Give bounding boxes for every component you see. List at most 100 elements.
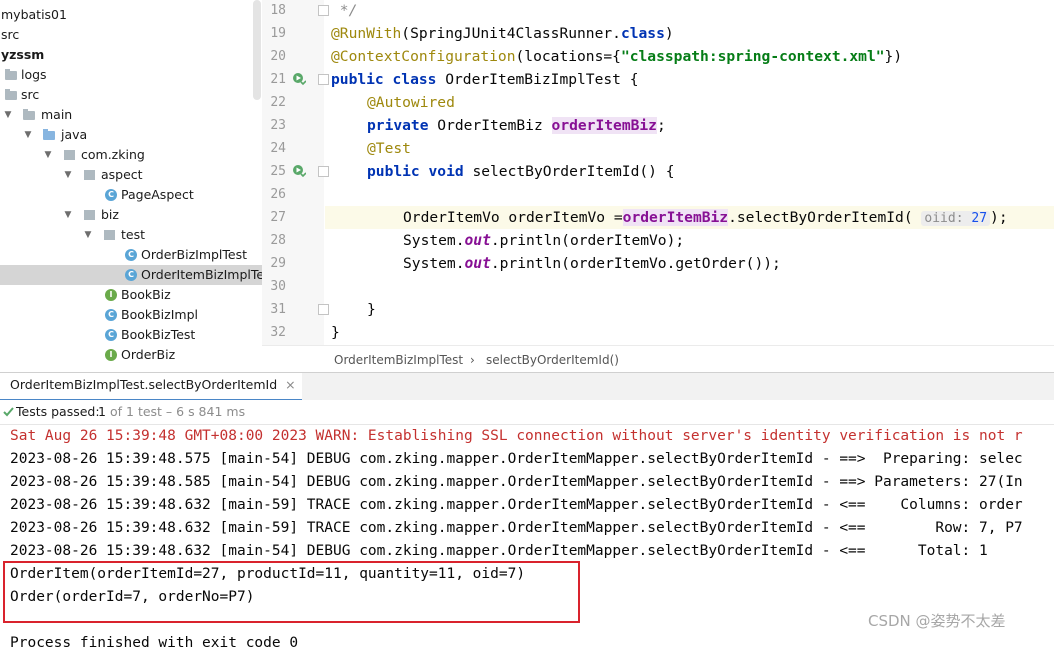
run-test-icon[interactable] bbox=[292, 164, 306, 178]
tree-item-java[interactable]: ▼ java bbox=[0, 125, 262, 145]
close-icon[interactable]: × bbox=[285, 377, 295, 392]
chevron-down-icon[interactable]: ▼ bbox=[2, 105, 14, 125]
code-text: (SpringJUnit4ClassRunner. bbox=[401, 25, 621, 42]
tree-item-main[interactable]: ▼ main bbox=[0, 105, 262, 125]
tree-item-bookbiztest[interactable]: C BookBizTest bbox=[0, 325, 262, 345]
code-text: } bbox=[367, 301, 376, 318]
tree-item-label: BookBiz bbox=[121, 287, 171, 302]
project-tree: mybatis01 src yzssm logs src ▼ main ▼ ja… bbox=[0, 0, 262, 371]
chevron-down-icon[interactable]: ▼ bbox=[62, 165, 74, 185]
field-text: out bbox=[464, 232, 491, 249]
parameter-hint: oiid: 27 bbox=[921, 211, 991, 226]
tree-scrollbar[interactable] bbox=[253, 0, 261, 100]
test-class-icon: C bbox=[125, 269, 137, 281]
code-line-27: OrderItemVo orderItemVo =orderItemBiz.se… bbox=[403, 206, 1008, 229]
tree-item-label: src bbox=[1, 27, 20, 42]
tree-item-label: BookBizTest bbox=[121, 327, 196, 342]
tree-item-test[interactable]: ▼ test bbox=[0, 225, 262, 245]
console-line: Process finished with exit code 0 bbox=[10, 635, 299, 651]
package-icon bbox=[104, 230, 115, 240]
fold-marker-icon[interactable] bbox=[318, 5, 329, 16]
code-line-18: */ bbox=[331, 0, 358, 22]
highlight-box bbox=[3, 561, 580, 623]
tree-item-aspect[interactable]: ▼ aspect bbox=[0, 165, 262, 185]
line-number: 24 bbox=[270, 141, 286, 156]
test-status-bar: Tests passed: 1 of 1 test – 6 s 841 ms bbox=[0, 400, 1054, 425]
tree-item-pageaspect[interactable]: C PageAspect bbox=[0, 185, 262, 205]
tree-item-yzssm[interactable]: yzssm bbox=[0, 45, 262, 65]
string-text: "classpath:spring-context.xml" bbox=[620, 48, 885, 65]
line-number: 26 bbox=[270, 187, 286, 202]
chevron-down-icon[interactable]: ▼ bbox=[62, 205, 74, 225]
run-test-icon[interactable] bbox=[292, 72, 306, 86]
tree-item-orderitembizimpltest[interactable]: C OrderItemBizImplTes bbox=[0, 265, 262, 285]
tree-item-bookbiz[interactable]: I BookBiz bbox=[0, 285, 262, 305]
fold-marker-icon[interactable] bbox=[318, 166, 329, 177]
tree-item-label: OrderItemBizImplTes bbox=[141, 267, 262, 282]
tree-item-mybatis01[interactable]: mybatis01 bbox=[0, 5, 262, 25]
code-text: ) bbox=[664, 25, 674, 42]
annotation-text: @ContextConfiguration bbox=[331, 48, 516, 65]
folder-icon bbox=[5, 69, 17, 80]
console-line: 2023-08-26 15:39:48.632 [main-54] DEBUG … bbox=[10, 543, 988, 559]
console-line-warn: Sat Aug 26 15:39:48 GMT+08:00 2023 WARN:… bbox=[10, 428, 1023, 444]
tree-item-orderbiz[interactable]: I OrderBiz bbox=[0, 345, 262, 365]
tree-item-label: BookBizImpl bbox=[121, 307, 198, 322]
tree-item-label: OrderBiz bbox=[121, 347, 176, 362]
tree-item-label: main bbox=[41, 107, 73, 122]
chevron-down-icon[interactable]: ▼ bbox=[82, 225, 94, 245]
tree-item-com-zking[interactable]: ▼ com.zking bbox=[0, 145, 262, 165]
tree-item-src[interactable]: src bbox=[0, 25, 262, 45]
code-line-21: public class OrderItemBizImplTest { bbox=[331, 68, 639, 91]
code-text: OrderItemBiz bbox=[428, 117, 552, 134]
console-line: 2023-08-26 15:39:48.632 [main-59] TRACE … bbox=[10, 520, 1023, 536]
field-text: orderItemBiz bbox=[551, 117, 657, 134]
line-number: 23 bbox=[270, 118, 286, 133]
line-number: 20 bbox=[270, 49, 286, 64]
line-number: 28 bbox=[270, 233, 286, 248]
tree-item-orderbizimpltest[interactable]: C OrderBizImplTest bbox=[0, 245, 262, 265]
check-icon bbox=[3, 407, 14, 417]
tree-item-logs[interactable]: logs bbox=[0, 65, 262, 85]
tree-item-bookbizimpl[interactable]: C BookBizImpl bbox=[0, 305, 262, 325]
code-line-32: } bbox=[331, 321, 340, 344]
comment-text: */ bbox=[331, 2, 358, 19]
run-tab[interactable]: OrderItemBizImplTest.selectByOrderItemId… bbox=[0, 373, 302, 402]
breadcrumb-separator: › bbox=[470, 353, 475, 367]
keyword-text: public void bbox=[367, 163, 464, 180]
tree-item-biz[interactable]: ▼ biz bbox=[0, 205, 262, 225]
fold-marker-icon[interactable] bbox=[318, 304, 329, 315]
code-line-23: private OrderItemBiz orderItemBiz; bbox=[367, 114, 666, 137]
breadcrumb-item-method[interactable]: selectByOrderItemId() bbox=[486, 353, 619, 367]
folder-icon bbox=[23, 109, 35, 120]
package-icon bbox=[64, 150, 75, 160]
code-line-22: @Autowired bbox=[367, 91, 455, 114]
code-text: OrderItemVo orderItemVo = bbox=[403, 209, 623, 226]
keyword-text: public class bbox=[331, 71, 437, 88]
class-icon: C bbox=[105, 309, 117, 321]
chevron-down-icon[interactable]: ▼ bbox=[22, 125, 34, 145]
code-text: System. bbox=[403, 255, 465, 272]
line-number: 31 bbox=[270, 302, 286, 317]
code-line-28: System.out.println(orderItemVo); bbox=[403, 229, 684, 252]
tree-item-label: mybatis01 bbox=[1, 7, 67, 22]
line-number: 27 bbox=[270, 210, 286, 225]
code-line-31: } bbox=[367, 298, 376, 321]
code-text: .selectByOrderItemId( bbox=[728, 209, 913, 226]
chevron-down-icon[interactable]: ▼ bbox=[42, 145, 54, 165]
code-line-29: System.out.println(orderItemVo.getOrder(… bbox=[403, 252, 781, 275]
run-tool-window-tabs: OrderItemBizImplTest.selectByOrderItemId… bbox=[0, 372, 1054, 402]
hint-value: 27 bbox=[971, 211, 988, 226]
class-icon: C bbox=[105, 189, 117, 201]
code-text: ; bbox=[656, 117, 666, 134]
breadcrumb-item-class[interactable]: OrderItemBizImplTest bbox=[334, 353, 463, 367]
fold-marker-icon[interactable] bbox=[318, 74, 329, 85]
tree-item-src[interactable]: src bbox=[0, 85, 262, 105]
tree-item-label: com.zking bbox=[81, 147, 145, 162]
interface-icon: I bbox=[105, 349, 117, 361]
class-icon: C bbox=[105, 329, 117, 341]
line-number: 32 bbox=[270, 325, 286, 340]
test-class-icon: C bbox=[125, 249, 137, 261]
line-number: 21 bbox=[270, 72, 286, 87]
keyword-text: class bbox=[620, 25, 665, 42]
